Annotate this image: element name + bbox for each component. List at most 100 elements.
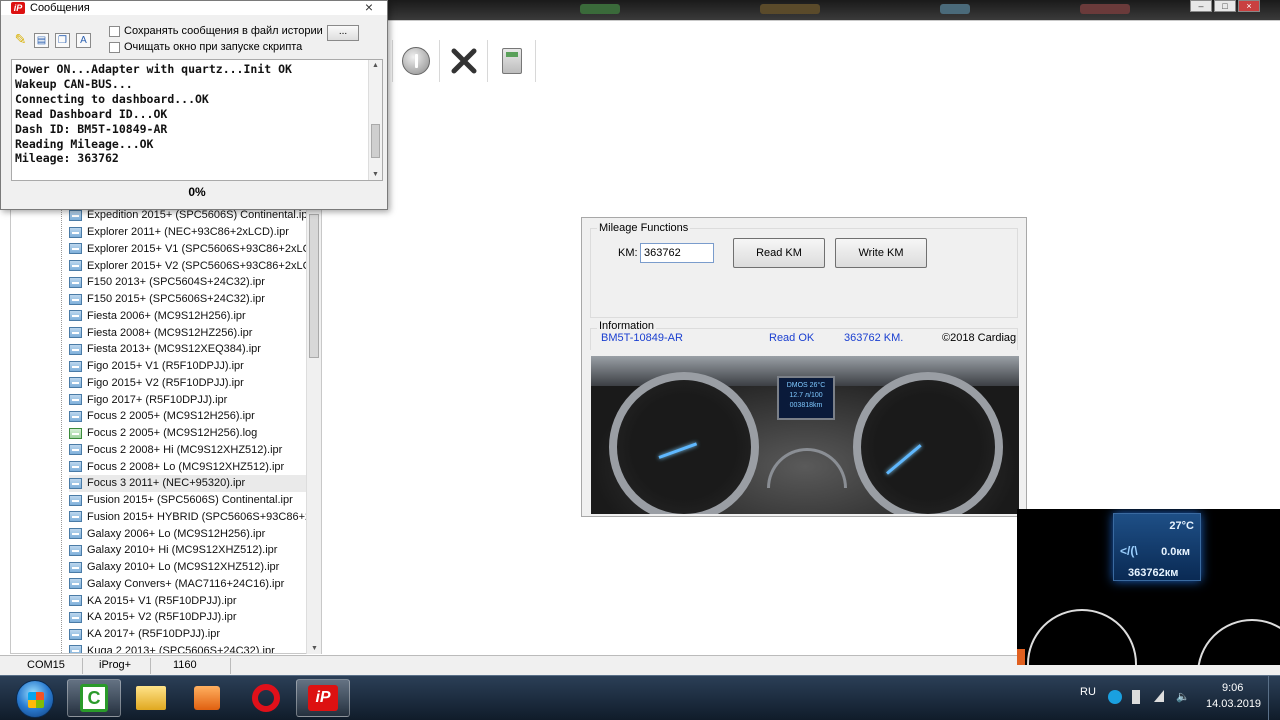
save-history-option[interactable]: Сохранять сообщения в файл истории <box>109 25 323 37</box>
scroll-down-icon[interactable]: ▼ <box>372 171 379 178</box>
volume-icon[interactable]: 🔈 <box>1176 690 1190 704</box>
file-list-item[interactable]: Focus 3 2011+ (NEC+95320).ipr <box>69 475 309 492</box>
file-list-item[interactable]: KA 2017+ (R5F10DPJJ).ipr <box>69 626 321 643</box>
calculator-icon <box>501 48 522 74</box>
camera-speed: 0.0км <box>1161 546 1190 558</box>
file-list-item-label: Galaxy 2010+ Hi (MC9S12XHZ512).ipr <box>87 544 278 557</box>
messages-tools: ✎ ▤ ❐ A <box>13 32 91 48</box>
log-scrollbar[interactable]: ▲ ▼ <box>368 60 382 180</box>
file-list-item[interactable]: Fiesta 2013+ (MC9S12XEQ384).ipr <box>69 341 321 358</box>
file-list-item[interactable]: F150 2015+ (SPC5606S+24C32).ipr <box>69 291 321 308</box>
save-icon[interactable]: ▤ <box>34 33 49 48</box>
file-list-item-label: Focus 2 2005+ (MC9S12H256).log <box>87 427 258 440</box>
file-list-item[interactable]: Figo 2015+ V2 (R5F10DPJJ).ipr <box>69 375 321 392</box>
minimize-icon[interactable]: – <box>1190 0 1212 12</box>
pen-icon[interactable]: ✎ <box>13 32 28 48</box>
file-list-item-label: F150 2013+ (SPC5604S+24C32).ipr <box>87 276 265 289</box>
file-list-item[interactable]: Focus 2 2005+ (MC9S12H256).log <box>69 425 321 442</box>
file-list-item[interactable]: Explorer 2015+ V2 (SPC5606S+93C86+2xLCD) <box>69 257 321 274</box>
write-km-button[interactable]: Write KM <box>835 238 927 268</box>
close-window-icon[interactable]: × <box>1238 0 1260 12</box>
script-file-icon <box>69 628 82 640</box>
file-list-item[interactable]: Galaxy Convers+ (MAC7116+24C16).ipr <box>69 576 321 593</box>
file-list-item[interactable]: Focus 2 2008+ Lo (MC9S12XHZ512).ipr <box>69 458 321 475</box>
file-list-item-label: Fusion 2015+ (SPC5606S) Continental.ipr <box>87 494 293 507</box>
file-list-item[interactable]: Figo 2015+ V1 (R5F10DPJJ).ipr <box>69 358 321 375</box>
file-list-item-label: KA 2015+ V1 (R5F10DPJJ).ipr <box>87 594 237 607</box>
taskbar-app-explorer[interactable] <box>124 679 178 717</box>
copy-icon[interactable]: ❐ <box>55 33 70 48</box>
camera-odometer: 363762км <box>1128 567 1179 579</box>
file-list-item[interactable]: Fusion 2015+ (SPC5606S) Continental.ipr <box>69 492 321 509</box>
file-list-item[interactable]: Galaxy 2006+ Lo (MC9S12H256).ipr <box>69 525 321 542</box>
file-list-item[interactable]: KA 2015+ V2 (R5F10DPJJ).ipr <box>69 609 321 626</box>
clear-on-start-option[interactable]: Очищать окно при запуске скрипта <box>109 41 302 53</box>
file-list-item-label: Galaxy 2006+ Lo (MC9S12H256).ipr <box>87 527 266 540</box>
file-list-item[interactable]: F150 2013+ (SPC5604S+24C32).ipr <box>69 274 321 291</box>
script-file-icon <box>69 360 82 372</box>
camera-temperature: 27°C <box>1169 520 1194 532</box>
read-km-button[interactable]: Read KM <box>733 238 825 268</box>
taskbar-app-iprog[interactable]: iP <box>296 679 350 717</box>
file-list-item[interactable]: Figo 2017+ (R5F10DPJJ).ipr <box>69 391 321 408</box>
file-list-item[interactable]: Galaxy 2010+ Lo (MC9S12XHZ512).ipr <box>69 559 321 576</box>
battery-icon[interactable] <box>1132 690 1140 704</box>
calculator-button[interactable] <box>488 40 536 82</box>
rpm-gauge <box>609 372 759 514</box>
file-list-item-label: Fiesta 2006+ (MC9S12H256).ipr <box>87 309 246 322</box>
close-script-button[interactable] <box>440 40 488 82</box>
save-history-checkbox[interactable] <box>109 25 120 37</box>
file-list-scrollbar[interactable]: ▼ <box>306 208 321 654</box>
script-file-icon <box>69 461 82 473</box>
file-list-item[interactable]: Focus 2 2008+ Hi (MC9S12XHZ512).ipr <box>69 442 321 459</box>
km-input[interactable] <box>640 243 714 263</box>
clock-date[interactable]: 14.03.2019 <box>1206 698 1261 710</box>
skype-icon[interactable] <box>1108 690 1122 704</box>
scroll-up-icon[interactable]: ▲ <box>372 62 379 69</box>
media-player-icon <box>194 686 220 710</box>
messages-titlebar[interactable]: iP Сообщения <box>1 1 387 15</box>
script-file-list[interactable]: Expedition 2015+ (SPC5606S) Continental.… <box>10 208 322 654</box>
file-list-item[interactable]: Fiesta 2006+ (MC9S12H256).ipr <box>69 308 321 325</box>
file-list-item[interactable]: Galaxy 2010+ Hi (MC9S12XHZ512).ipr <box>69 542 321 559</box>
file-list-item-label: Fiesta 2008+ (MC9S12HZ256).ipr <box>87 326 253 339</box>
message-log[interactable]: Power ON...Adapter with quartz...Init OK… <box>11 59 383 181</box>
file-list-item[interactable]: Kuga 2 2013+ (SPC5606S+24C32).ipr <box>69 643 321 653</box>
clock-time[interactable]: 9:06 <box>1222 682 1243 694</box>
file-list-item[interactable]: Fiesta 2008+ (MC9S12HZ256).ipr <box>69 324 321 341</box>
file-list-item-label: Explorer 2011+ (NEC+93C86+2xLCD).ipr <box>87 226 289 239</box>
file-list-item-label: Fiesta 2013+ (MC9S12XEQ384).ipr <box>87 343 261 356</box>
info-button[interactable] <box>392 40 440 82</box>
file-list-item[interactable]: Focus 2 2005+ (MC9S12H256).ipr <box>69 408 321 425</box>
mileage-panel: Mileage Functions KM: Read KM Write KM I… <box>581 217 1027 517</box>
script-file-icon <box>69 528 82 540</box>
language-indicator[interactable]: RU <box>1080 686 1096 698</box>
file-list-item[interactable]: Explorer 2011+ (NEC+93C86+2xLCD).ipr <box>69 224 321 241</box>
scroll-down-icon[interactable]: ▼ <box>311 645 318 652</box>
network-icon[interactable] <box>1154 690 1164 702</box>
script-file-icon <box>69 611 82 623</box>
taskbar: C iP RU 🔈 9:06 14.03.2019 <box>0 675 1280 720</box>
taskbar-app-media[interactable] <box>180 679 234 717</box>
file-list-item[interactable]: Expedition 2015+ (SPC5606S) Continental.… <box>69 209 321 224</box>
start-button[interactable] <box>16 680 54 718</box>
file-list-item[interactable]: Fusion 2015+ HYBRID (SPC5606S+93C86+2xL <box>69 509 321 526</box>
close-icon[interactable]: × <box>365 0 373 15</box>
script-file-icon <box>69 343 82 355</box>
taskbar-app-opera[interactable] <box>239 679 293 717</box>
mileage-functions-title: Mileage Functions <box>597 222 691 234</box>
file-list-item[interactable]: Explorer 2015+ V1 (SPC5606S+93C86+2xLCD) <box>69 241 321 258</box>
script-file-icon <box>69 444 82 456</box>
taskbar-app-camtasia[interactable]: C <box>67 679 121 717</box>
maximize-icon[interactable]: □ <box>1214 0 1236 12</box>
speed-gauge <box>853 372 1003 514</box>
clear-on-start-checkbox[interactable] <box>109 41 120 53</box>
script-file-icon <box>69 494 82 506</box>
log-line: Read Dashboard ID...OK <box>15 106 168 121</box>
file-list-item-label: Figo 2015+ V1 (R5F10DPJJ).ipr <box>87 360 244 373</box>
script-file-icon <box>69 511 82 523</box>
show-desktop-button[interactable] <box>1268 676 1280 720</box>
file-list-item[interactable]: KA 2015+ V1 (R5F10DPJJ).ipr <box>69 592 321 609</box>
browse-button[interactable]: ... <box>327 25 359 41</box>
font-icon[interactable]: A <box>76 33 91 48</box>
